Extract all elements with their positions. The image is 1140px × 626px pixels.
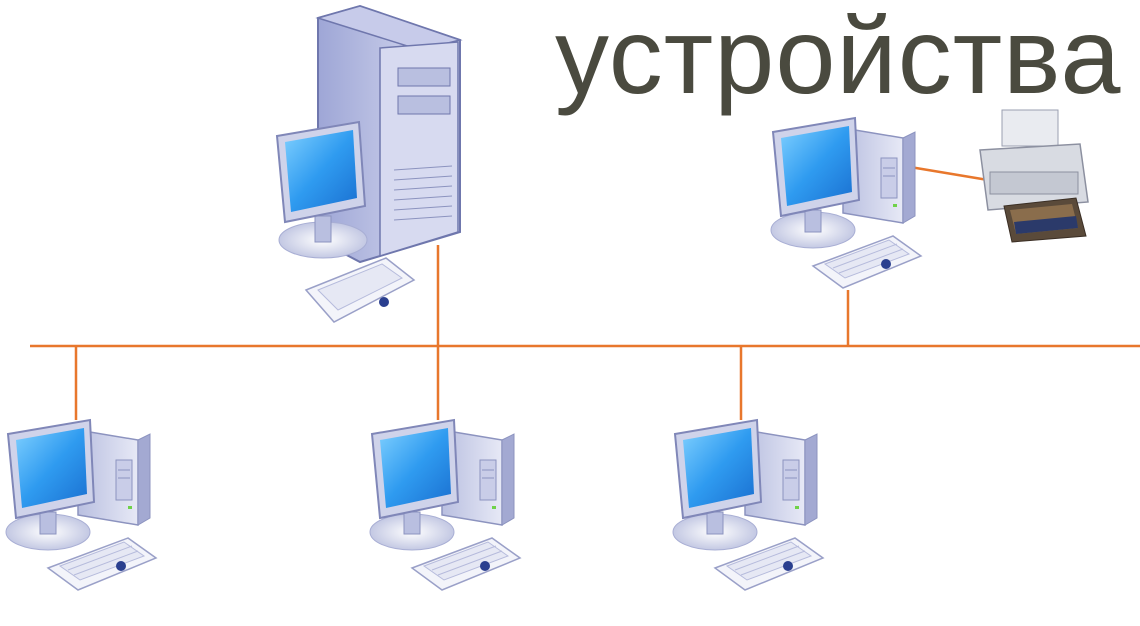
network-diagram: устройства (5, 0, 1140, 591)
workstation-2-node (369, 419, 521, 591)
server-keyboard-icon (304, 257, 416, 323)
title-container: устройства (555, 0, 1122, 116)
workstation-3-node (672, 419, 824, 591)
slide-title: устройства (555, 0, 1122, 116)
server-monitor-icon (275, 120, 368, 259)
workstation-printer-node (770, 117, 922, 289)
network-cables (30, 165, 1140, 420)
workstation-1-node (5, 419, 157, 591)
